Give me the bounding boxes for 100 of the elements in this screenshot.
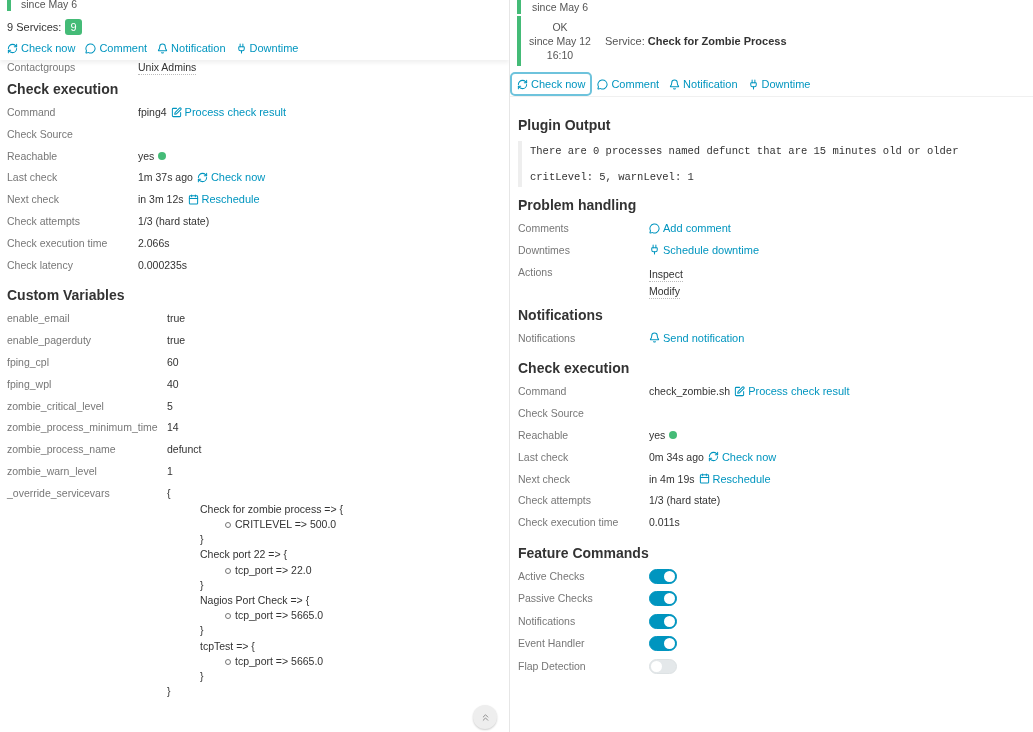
- toggle-switch[interactable]: [649, 591, 677, 607]
- state-since: since May 6: [21, 0, 78, 11]
- field-value: in 3m 12s: [138, 192, 184, 207]
- field-label: Check attempts: [518, 493, 592, 508]
- field-label: Reachable: [518, 428, 570, 442]
- state-since: since May 6: [532, 1, 588, 13]
- toggle-switch[interactable]: [649, 613, 677, 629]
- state-time: 16:10: [545, 48, 575, 62]
- plug-icon: [649, 244, 660, 256]
- field-value: true: [167, 311, 186, 326]
- action-link[interactable]: Reschedule: [187, 192, 260, 207]
- action-link[interactable]: Process check result: [170, 105, 287, 119]
- field-label: Check attempts: [7, 214, 81, 228]
- refresh-icon: [707, 451, 719, 463]
- status-dot: [669, 431, 678, 439]
- section-heading: Check execution: [518, 360, 631, 377]
- tree-entry: tcp_port => 5665.0: [167, 653, 343, 669]
- action-link[interactable]: Check now: [7, 42, 76, 54]
- output-line: critLevel: 5, warnLevel: 1: [530, 171, 695, 183]
- field-value: 2.066s: [138, 235, 170, 250]
- field-label: Check Source: [7, 126, 74, 141]
- refresh-icon: [517, 78, 528, 90]
- refresh-icon: [196, 171, 208, 183]
- action-link[interactable]: Schedule downtime: [649, 242, 759, 257]
- action-link[interactable]: Reschedule: [698, 471, 771, 486]
- action-link[interactable]: Comment: [597, 76, 660, 92]
- field-label: Command: [518, 384, 568, 399]
- speech-bubble-icon: [597, 78, 609, 90]
- action-link[interactable]: Modify: [649, 283, 680, 299]
- action-link[interactable]: Notification: [669, 76, 738, 92]
- section-heading: Feature Commands: [518, 544, 650, 561]
- field-label: Check execution time: [518, 515, 620, 530]
- field-value: {: [167, 485, 171, 500]
- field-label: Last check: [518, 449, 570, 464]
- field-label: Command: [7, 105, 57, 119]
- toggle-switch[interactable]: [649, 568, 677, 584]
- field-label: Check execution time: [7, 235, 109, 250]
- action-link[interactable]: Inspect: [649, 266, 683, 282]
- services-count-badge: 9: [65, 19, 82, 35]
- field-label: zombie_process_minimum_time: [7, 420, 159, 435]
- field-value: check_zombie.sh: [649, 384, 731, 399]
- tree-entry: CRITLEVEL => 500.0: [167, 516, 343, 533]
- field-label: Actions: [518, 264, 554, 279]
- service-title: Service: Check for Zombie Process: [605, 35, 787, 47]
- toggle-label: Notifications: [518, 613, 577, 628]
- field-label: _override_servicevars: [7, 485, 111, 500]
- field-value: 60: [167, 354, 179, 369]
- speech-bubble-icon: [85, 42, 97, 54]
- action-link[interactable]: Notification: [157, 42, 226, 54]
- tree-entry: }: [167, 684, 172, 700]
- field-value: 0m 34s ago: [649, 449, 704, 464]
- toggle-label: Event Handler: [518, 636, 586, 651]
- field-label: Next check: [518, 471, 571, 486]
- bell-icon: [669, 78, 681, 90]
- field-label: Check latency: [7, 257, 74, 272]
- field-value: 14: [167, 420, 179, 435]
- field-value: 1m 37s ago: [138, 170, 193, 185]
- field-label: fping_cpl: [7, 354, 51, 369]
- bell-icon: [649, 332, 660, 344]
- action-link[interactable]: Downtime: [235, 42, 299, 54]
- action-link[interactable]: Process check result: [734, 384, 850, 399]
- field-label: zombie_warn_level: [7, 463, 98, 478]
- toggle-label: Passive Checks: [518, 591, 594, 606]
- scroll-top-button[interactable]: [473, 705, 497, 729]
- tree-entry: }: [199, 669, 205, 684]
- section-heading: Problem handling: [518, 197, 638, 213]
- action-link[interactable]: Send notification: [649, 330, 745, 345]
- field-value: 1/3 (hard state): [138, 214, 210, 228]
- action-link[interactable]: Add comment: [649, 221, 731, 235]
- tree-entry: tcp_port => 22.0: [167, 562, 343, 578]
- field-value: 0.000235s: [138, 257, 188, 272]
- services-label: 9 Services:: [7, 21, 62, 33]
- field-label: Comments: [518, 221, 570, 235]
- tree-entry: }: [199, 577, 205, 593]
- action-link[interactable]: Check now: [196, 170, 266, 185]
- field-value: defunct: [167, 442, 202, 457]
- field-value: 40: [167, 376, 179, 391]
- state-label: OK: [551, 20, 569, 34]
- action-link[interactable]: Downtime: [747, 76, 811, 92]
- field-value: 5: [167, 398, 173, 413]
- action-link[interactable]: Comment: [85, 42, 148, 54]
- field-value: 1: [167, 463, 173, 478]
- field-value: true: [167, 333, 186, 348]
- field-value: 1/3 (hard state): [649, 493, 721, 508]
- field-label: Reachable: [7, 148, 59, 163]
- toggle-switch[interactable]: [649, 636, 677, 652]
- tree-entry: tcp_port => 5665.0: [167, 608, 343, 624]
- action-link[interactable]: Check now: [510, 72, 593, 96]
- action-link[interactable]: Check now: [707, 449, 777, 464]
- plug-icon: [235, 42, 247, 54]
- edit-icon: [170, 106, 182, 118]
- refresh-icon: [7, 42, 18, 54]
- field-value: yes: [138, 148, 155, 163]
- field-value: in 4m 19s: [649, 471, 695, 486]
- field-label: enable_email: [7, 311, 71, 326]
- field-label: zombie_process_name: [7, 442, 117, 457]
- tree-entry: Nagios Port Check => {: [199, 592, 311, 608]
- toggle-label: Active Checks: [518, 568, 586, 583]
- tree-entry: Check port 22 => {: [199, 547, 288, 563]
- field-label: Next check: [7, 192, 60, 207]
